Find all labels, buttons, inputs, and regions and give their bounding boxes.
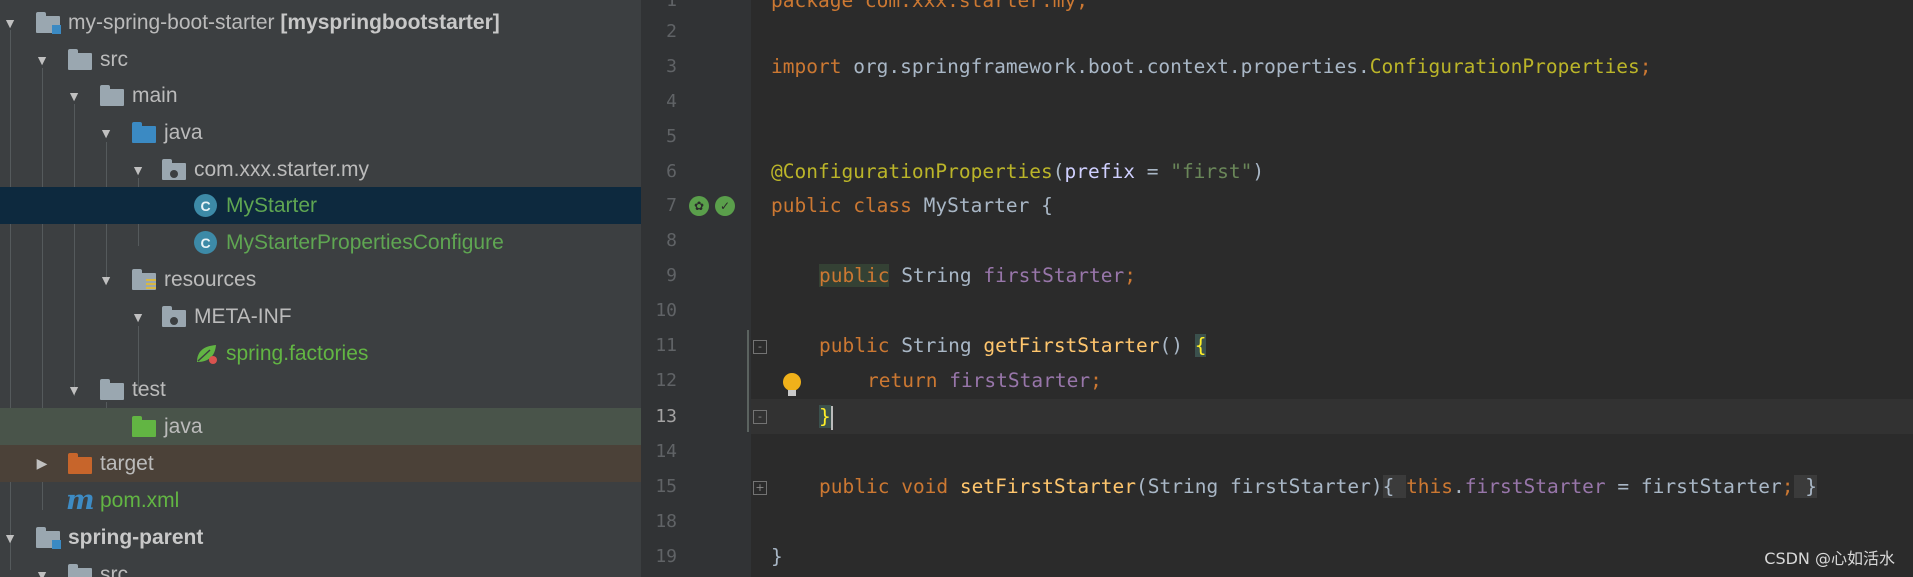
code-line-13: } [819, 405, 833, 430]
tree-item-resources[interactable]: ▼ resources [0, 261, 641, 298]
tree-item-java-source[interactable]: ▼ java [0, 114, 641, 151]
tree-item-label: spring.factories [226, 342, 369, 365]
tree-item-label: src [100, 48, 128, 71]
code-line-1: package com.xxx.starter.my; [771, 0, 1088, 12]
resources-folder-icon [132, 269, 156, 290]
tree-item-mystarterpropertiesconfigure[interactable]: C MyStarterPropertiesConfigure [0, 224, 641, 261]
folder-icon [68, 49, 92, 70]
class-icon: C [194, 194, 217, 217]
code-line-11: public String getFirstStarter() { [819, 334, 1207, 357]
expand-arrow-icon[interactable]: ▼ [64, 371, 84, 408]
line-number: 12 [655, 370, 677, 391]
tree-item-label: resources [164, 268, 257, 291]
expand-arrow-icon[interactable]: ▼ [128, 298, 148, 335]
folder-icon [68, 564, 92, 577]
text-caret [830, 405, 833, 430]
line-number: 2 [666, 21, 677, 42]
tree-item-label: spring-parent [68, 526, 204, 549]
line-number: 10 [655, 300, 677, 321]
line-number: 18 [655, 511, 677, 532]
spring-bean-icon[interactable]: ✿ [689, 196, 709, 216]
expand-arrow-icon[interactable]: ▼ [96, 261, 116, 298]
code-line-7: public class MyStarter { [771, 194, 1053, 217]
tree-item-label: main [132, 84, 178, 107]
line-number-current: 13 [655, 406, 677, 427]
line-number: 8 [666, 230, 677, 251]
class-icon: C [194, 231, 217, 254]
tree-item-pom-xml[interactable]: m pom.xml [0, 482, 641, 519]
tree-item-src[interactable]: ▼ src [0, 41, 641, 78]
expand-arrow-icon[interactable]: ▼ [128, 151, 148, 188]
line-number: 19 [655, 546, 677, 567]
code-editor[interactable]: 1 2 3 4 5 6 7 8 9 10 11 12 13 14 15 18 1… [641, 0, 1913, 577]
ide-window: ▼ my-spring-boot-starter [myspringbootst… [0, 0, 1913, 577]
tree-item-package[interactable]: ▼ com.xxx.starter.my [0, 151, 641, 188]
tree-item-main[interactable]: ▼ main [0, 77, 641, 114]
code-line-19: } [771, 545, 783, 568]
fold-expand-icon[interactable]: + [753, 481, 767, 495]
tree-item-mystarter[interactable]: C MyStarter [0, 187, 641, 224]
tree-item-label: java [164, 415, 203, 438]
folder-icon [100, 85, 124, 106]
project-tree[interactable]: ▼ my-spring-boot-starter [myspringbootst… [0, 0, 641, 577]
line-number: 4 [666, 91, 677, 112]
line-number: 14 [655, 441, 677, 462]
expand-arrow-icon[interactable]: ▼ [32, 41, 52, 78]
tree-item-label: MyStarter [226, 194, 318, 217]
module-folder-icon [36, 12, 61, 34]
current-line-highlight [751, 399, 1913, 434]
tree-item-label: pom.xml [100, 489, 180, 512]
package-icon [162, 159, 186, 180]
line-number: 9 [666, 265, 677, 286]
line-number: 15 [655, 476, 677, 497]
code-line-3: import org.springframework.boot.context.… [771, 55, 1652, 78]
tree-item-label: my-spring-boot-starter [myspringbootstar… [68, 11, 500, 34]
line-number: 5 [666, 126, 677, 147]
editor-gutter[interactable]: 1 2 3 4 5 6 7 8 9 10 11 12 13 14 15 18 1… [641, 0, 801, 577]
change-marker [747, 330, 749, 432]
code-line-9: public String firstStarter; [819, 264, 1137, 287]
source-folder-icon [132, 122, 156, 143]
expand-arrow-icon[interactable]: ▼ [0, 519, 20, 556]
tree-item-target[interactable]: ▶ target [0, 445, 641, 482]
tree-item-spring-parent[interactable]: ▼ spring-parent [0, 519, 641, 556]
fold-marker-icon[interactable]: - [753, 340, 767, 354]
tree-item-label: java [164, 121, 203, 144]
tree-item-label: MyStarterPropertiesConfigure [226, 231, 504, 254]
package-icon [162, 306, 186, 327]
tree-item-label: test [132, 378, 166, 401]
test-folder-icon [132, 416, 156, 437]
code-line-12: return firstStarter; [867, 369, 1102, 392]
tree-item-my-spring-boot-starter[interactable]: ▼ my-spring-boot-starter [myspringbootst… [0, 4, 641, 41]
folder-icon [100, 379, 124, 400]
line-number: 11 [655, 335, 677, 356]
line-number: 6 [666, 161, 677, 182]
excluded-folder-icon [68, 453, 92, 474]
tree-item-label: com.xxx.starter.my [194, 158, 370, 181]
expand-arrow-icon[interactable]: ▼ [96, 114, 116, 151]
expand-arrow-icon[interactable]: ▼ [64, 77, 84, 114]
spring-leaf-icon [197, 345, 217, 364]
maven-icon: m [66, 485, 95, 516]
tree-item-label: src [100, 563, 128, 577]
fold-marker-icon[interactable]: - [753, 410, 767, 424]
tree-item-meta-inf[interactable]: ▼ META-INF [0, 298, 641, 335]
lightbulb-icon[interactable] [783, 373, 801, 397]
line-number: 7 [666, 195, 677, 216]
expand-arrow-icon[interactable]: ▼ [32, 556, 52, 577]
tree-item-label: target [100, 452, 154, 475]
tree-item-test[interactable]: ▼ test [0, 371, 641, 408]
collapse-arrow-icon[interactable]: ▶ [32, 445, 52, 482]
tree-item-src[interactable]: ▼ src [0, 556, 641, 577]
module-folder-icon [36, 527, 61, 549]
watermark: CSDN @心如活水 [1764, 549, 1895, 568]
code-line-6: @ConfigurationProperties(prefix = "first… [771, 160, 1265, 183]
expand-arrow-icon[interactable]: ▼ [0, 4, 20, 41]
code-line-15: public void setFirstStarter(String first… [819, 475, 1818, 498]
line-number: 3 [666, 56, 677, 77]
tree-item-spring-factories[interactable]: spring.factories [0, 335, 641, 372]
tree-item-label: META-INF [194, 305, 292, 328]
spring-config-icon[interactable]: ✓ [715, 196, 735, 216]
tree-item-java-test[interactable]: java [0, 408, 641, 445]
